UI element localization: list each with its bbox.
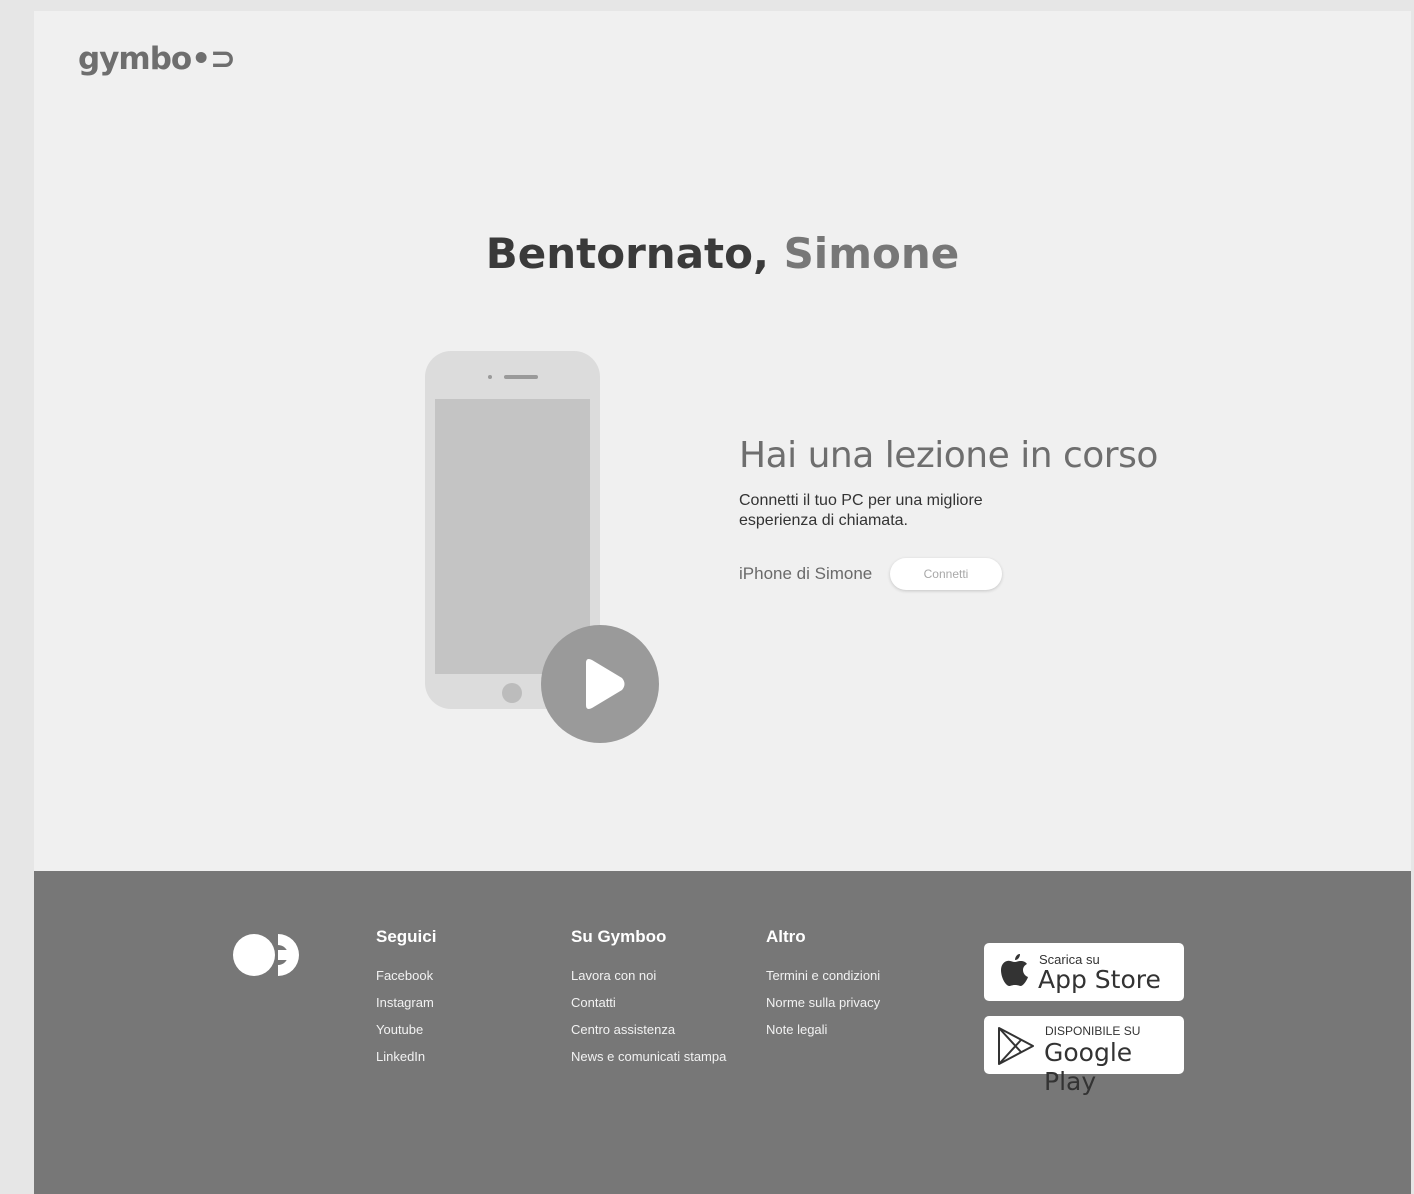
footer-link-linkedin[interactable]: LinkedIn [376,1048,436,1075]
footer-link-instagram[interactable]: Instagram [376,994,436,1021]
device-name: iPhone di Simone [739,564,873,583]
gymboo-logo[interactable]: gymbo•⊃ [78,41,236,77]
phone-speaker-icon [504,375,538,379]
footer-column-title: Altro [766,927,806,946]
footer-column-su-gymboo: Su Gymboo Lavora con noi Contatti Centro… [571,927,726,1075]
footer: Seguici Facebook Instagram Youtube Linke… [34,871,1411,1194]
footer-link-news[interactable]: News e comunicati stampa [571,1048,726,1075]
phone-home-button-icon [502,683,522,703]
phone-camera-icon [488,375,492,379]
footer-link-contatti[interactable]: Contatti [571,994,726,1021]
footer-column-seguici: Seguici Facebook Instagram Youtube Linke… [376,927,436,1075]
lesson-description: Connetti il tuo PC per una migliore espe… [739,492,983,529]
apple-icon [1001,954,1028,986]
footer-link-termini[interactable]: Termini e condizioni [766,967,880,994]
play-icon [586,659,625,709]
footer-link-privacy[interactable]: Norme sulla privacy [766,994,880,1021]
play-button[interactable] [541,625,659,743]
connect-button[interactable]: Connetti [890,558,1002,590]
google-play-icon [998,1027,1034,1065]
footer-column-title: Su Gymboo [571,927,667,946]
footer-logo-icon[interactable] [232,933,320,977]
google-play-big-text: Google Play [1044,1038,1133,1096]
page: gymbo•⊃ Bentornato, Simone Hai una lezio… [34,11,1411,1194]
footer-link-lavora-con-noi[interactable]: Lavora con noi [571,967,726,994]
footer-column-title: Seguici [376,927,437,946]
footer-link-note-legali[interactable]: Note legali [766,1021,880,1048]
app-store-badge[interactable]: Scarica su App Store [984,943,1184,1001]
lesson-title: Hai una lezione in corso [739,435,1158,476]
app-store-big-text: App Store [1038,965,1161,994]
footer-link-youtube[interactable]: Youtube [376,1021,436,1048]
google-play-small-text: DISPONIBILE SU [1045,1024,1141,1038]
greeting-text: Bentornato, [485,229,769,278]
footer-link-facebook[interactable]: Facebook [376,967,436,994]
google-play-badge[interactable]: DISPONIBILE SU Google Play [984,1016,1184,1096]
user-name: Simone [783,229,960,278]
page-title: Bentornato, Simone [34,229,1411,278]
footer-column-altro: Altro Termini e condizioni Norme sulla p… [766,927,880,1048]
footer-link-centro-assistenza[interactable]: Centro assistenza [571,1021,726,1048]
